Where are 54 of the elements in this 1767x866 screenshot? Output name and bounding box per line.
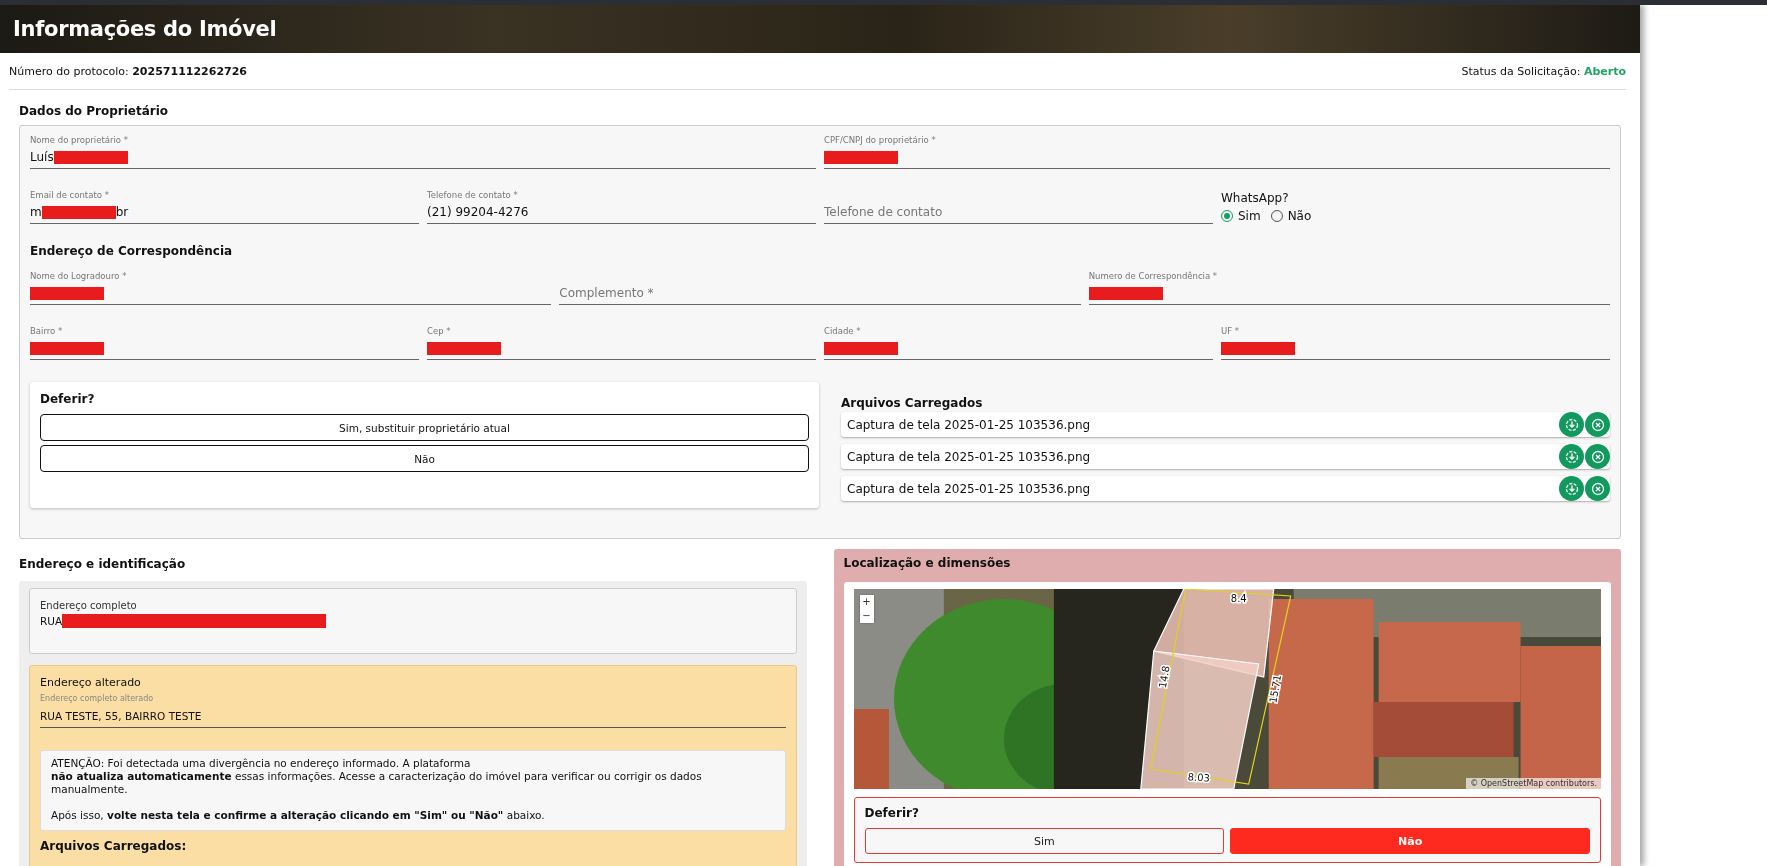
files-title: Arquivos Carregados bbox=[841, 396, 984, 410]
decision-button[interactable]: Sim bbox=[864, 828, 1225, 854]
file-name: Captura de tela 2025-01-25 103536.png bbox=[847, 449, 1091, 464]
field-label: UF * bbox=[1221, 325, 1241, 337]
notice-paragraph: Após isso, volte nesta tela e confirme a alteração clicando em "Sim" ou "Não" abaixo. bbox=[51, 809, 546, 822]
remove-icon[interactable] bbox=[1585, 412, 1610, 437]
field-label: Numero de Correspondência * bbox=[1088, 270, 1219, 282]
dimension-label: 8.4 bbox=[1230, 593, 1247, 604]
notice-paragraph: ATENÇÃO: Foi detectada uma divergência no endereço informado. A plataforma não atualiza automaticamente essas informações. Acesse a caracterização do imóvel para verificar ou corrigir os dados manualmente. bbox=[51, 757, 703, 796]
request-status: Status da Solicitação: Aberto bbox=[1461, 64, 1626, 78]
field-label: Telefone de contato * bbox=[427, 189, 519, 201]
panel-title: Endereço alterado bbox=[40, 676, 142, 689]
map-attribution: © OpenStreetMap contributors. bbox=[1466, 778, 1601, 789]
download-icon[interactable] bbox=[1559, 476, 1584, 501]
section-title: Localização e dimensões bbox=[843, 556, 1012, 570]
field-label: WhatsApp? bbox=[1221, 191, 1290, 205]
field-label: CPF/CNPJ do proprietário * bbox=[824, 134, 937, 146]
field-label: Cidade * bbox=[824, 325, 862, 337]
card-title: Deferir? bbox=[864, 806, 920, 820]
field-label: Bairro * bbox=[30, 325, 64, 337]
protocol-number: Número do protocolo: 202571112262726 bbox=[9, 64, 247, 78]
card-title: Deferir? bbox=[40, 392, 96, 406]
file-name: Captura de tela 2025-01-25 103536.png bbox=[847, 481, 1091, 496]
radio-option[interactable]: Sim bbox=[1221, 209, 1261, 223]
remove-icon[interactable] bbox=[1585, 476, 1610, 501]
text-field[interactable]: (21) 99204-4276 bbox=[427, 201, 816, 224]
field-label: Email de contato * bbox=[30, 189, 110, 201]
text-field[interactable]: m br bbox=[30, 201, 419, 224]
section-title: Endereço e identificação bbox=[19, 557, 187, 571]
section-title: Dados do Proprietário bbox=[19, 104, 170, 118]
dimension-label: 14.8 bbox=[1156, 665, 1172, 689]
field-label: Endereço completo bbox=[40, 600, 138, 611]
text-field[interactable]: RUA TESTE, 55, BAIRRO TESTE bbox=[40, 705, 786, 728]
page-title: Informações do Imóvel bbox=[13, 17, 277, 41]
download-icon[interactable] bbox=[1559, 412, 1584, 437]
decision-button[interactable]: Sim, substituir proprietário atual bbox=[40, 414, 809, 441]
subsection-title: Endereço de Correspondência bbox=[30, 244, 234, 258]
decision-button[interactable]: Não bbox=[40, 445, 809, 472]
dimension-label: 8.03 bbox=[1186, 771, 1210, 784]
text-field[interactable]: Luís bbox=[30, 146, 816, 169]
dimension-label: 15.71 bbox=[1266, 673, 1283, 704]
radio-option[interactable]: Não bbox=[1270, 209, 1312, 223]
input-field[interactable]: Telefone de contato bbox=[824, 201, 1213, 224]
field-label: Endereço completo alterado bbox=[40, 693, 155, 705]
field-label: Nome do proprietário * bbox=[30, 134, 129, 146]
files-title: Arquivos Carregados: bbox=[40, 839, 187, 853]
address-value: RUA bbox=[40, 615, 63, 627]
download-icon[interactable] bbox=[1559, 444, 1584, 469]
remove-icon[interactable] bbox=[1585, 444, 1610, 469]
file-name: Captura de tela 2025-01-25 103536.png bbox=[847, 417, 1091, 432]
input-field[interactable]: Complemento * bbox=[559, 282, 1081, 305]
field-label: Cep * bbox=[427, 325, 452, 337]
decision-button[interactable]: Não bbox=[1230, 828, 1590, 854]
field-label: Nome do Logradouro * bbox=[30, 270, 128, 282]
